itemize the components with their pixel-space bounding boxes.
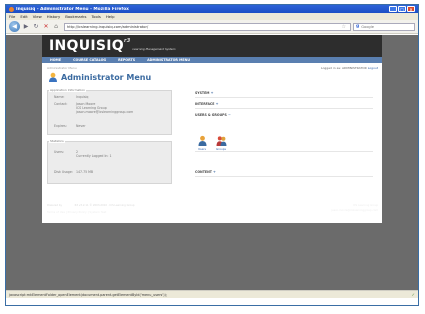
status-text: javascript:mkElementFolder_openElement(d… bbox=[9, 292, 167, 297]
search-input[interactable] bbox=[361, 24, 404, 29]
search-box[interactable]: g bbox=[353, 22, 415, 31]
page-title: Administrator Menu bbox=[61, 73, 152, 82]
groups-link[interactable]: Groups bbox=[214, 135, 228, 151]
users-label: Users: bbox=[54, 150, 64, 154]
inquisiq-logo: INQUISIQr3 bbox=[49, 38, 131, 54]
user-icon bbox=[198, 135, 206, 146]
contact-value: Jason Moore ICS Learning Group jason.moo… bbox=[76, 102, 134, 114]
menu-tools[interactable]: Tools bbox=[91, 14, 100, 19]
name-value: Inquisiq bbox=[76, 95, 89, 99]
home-button[interactable]: ⌂ bbox=[52, 23, 60, 31]
main-content: Administrator Menu Logged in as: ADMINIS… bbox=[42, 63, 382, 223]
content-section[interactable]: CONTENT + bbox=[195, 169, 373, 177]
browser-window: Inquisiq - Administrator Menu - Mozilla … bbox=[5, 4, 419, 306]
expand-icon: + bbox=[213, 170, 216, 174]
minimize-button[interactable]: _ bbox=[389, 6, 397, 12]
url-input[interactable] bbox=[67, 24, 340, 29]
back-button[interactable]: ◀ bbox=[9, 21, 20, 32]
expires-value: Never bbox=[76, 124, 86, 128]
statistics-title: Statistics bbox=[49, 138, 65, 143]
application-info-panel: Application Information Name: Inquisiq C… bbox=[47, 87, 172, 135]
window-title: Inquisiq - Administrator Menu - Mozilla … bbox=[16, 6, 129, 12]
contact-label: Contact: bbox=[54, 102, 68, 106]
system-section[interactable]: SYSTEM + bbox=[195, 90, 373, 98]
forward-button[interactable]: ▶ bbox=[22, 23, 30, 31]
disk-usage-label: Disk Usage: bbox=[54, 170, 73, 174]
site-header: INQUISIQr3 Learning Management System bbox=[42, 35, 382, 57]
group-icon bbox=[216, 136, 226, 146]
status-bar: javascript:mkElementFolder_openElement(d… bbox=[6, 290, 418, 298]
nav-course-catalog[interactable]: COURSE CATALOG bbox=[73, 58, 106, 62]
reload-button[interactable]: ↻ bbox=[32, 23, 40, 31]
title-bar: Inquisiq - Administrator Menu - Mozilla … bbox=[6, 5, 418, 13]
collapse-icon: − bbox=[227, 113, 231, 117]
stop-button[interactable]: ✕ bbox=[42, 23, 50, 31]
url-bar[interactable]: ☆ bbox=[64, 22, 351, 31]
logged-in-status: Logged in as: ADMINISTRATOR Logout bbox=[320, 66, 378, 70]
expires-label: Expires: bbox=[54, 124, 67, 128]
footer-links[interactable]: Terms of Use | Privacy Policy | System T… bbox=[47, 210, 106, 214]
name-label: Name: bbox=[54, 95, 65, 99]
expand-icon: + bbox=[210, 91, 214, 95]
users-groups-links: Users Groups bbox=[195, 135, 228, 151]
statistics-panel: Statistics Users: 2 Currently Logged In:… bbox=[47, 138, 172, 184]
bookmark-star-icon[interactable]: ☆ bbox=[342, 24, 346, 30]
menu-history[interactable]: History bbox=[47, 14, 61, 19]
menu-bookmarks[interactable]: Bookmarks bbox=[65, 14, 86, 19]
firefox-icon bbox=[9, 6, 14, 12]
logout-link[interactable]: Logout bbox=[368, 66, 378, 70]
users-value: 2 Currently Logged In: 1 bbox=[76, 150, 112, 158]
menu-file[interactable]: File bbox=[9, 14, 15, 19]
menu-view[interactable]: View bbox=[33, 14, 42, 19]
tagline: Learning Management System bbox=[132, 47, 176, 51]
page-viewport: INQUISIQr3 Learning Management System HO… bbox=[6, 35, 418, 298]
nav-reports[interactable]: REPORTS bbox=[118, 58, 135, 62]
page-container: INQUISIQr3 Learning Management System HO… bbox=[42, 35, 382, 298]
footer-contact: ICS Learning Group jason.moore@icslearni… bbox=[331, 204, 378, 212]
expand-icon: + bbox=[215, 102, 219, 106]
close-button[interactable]: × bbox=[407, 6, 415, 12]
maximize-button[interactable]: □ bbox=[398, 6, 406, 12]
nav-home[interactable]: HOME bbox=[50, 58, 61, 62]
disk-usage-value: 147.75 MB bbox=[76, 170, 94, 174]
groups-label[interactable]: Groups bbox=[214, 147, 228, 151]
interface-section[interactable]: INTERFACE + bbox=[195, 101, 373, 109]
menu-help[interactable]: Help bbox=[106, 14, 115, 19]
navigation-toolbar: ◀ ▶ ↻ ✕ ⌂ ☆ g bbox=[6, 20, 418, 34]
status-icon: ✓ bbox=[411, 292, 415, 297]
menu-bar: File Edit View History Bookmarks Tools H… bbox=[6, 13, 418, 20]
nav-administrator-menu[interactable]: ADMINISTRATOR MENU bbox=[147, 58, 190, 62]
breadcrumb: Administrator Menu bbox=[47, 66, 77, 70]
google-icon[interactable]: g bbox=[356, 24, 359, 29]
application-info-title: Application Information bbox=[49, 87, 87, 92]
menu-edit[interactable]: Edit bbox=[20, 14, 27, 19]
powered-by: Powered by InquisiqR3 v3.2.11 © 2003-201… bbox=[47, 204, 135, 207]
administrator-icon bbox=[49, 72, 57, 82]
users-link[interactable]: Users bbox=[195, 135, 209, 151]
users-label[interactable]: Users bbox=[195, 147, 209, 151]
